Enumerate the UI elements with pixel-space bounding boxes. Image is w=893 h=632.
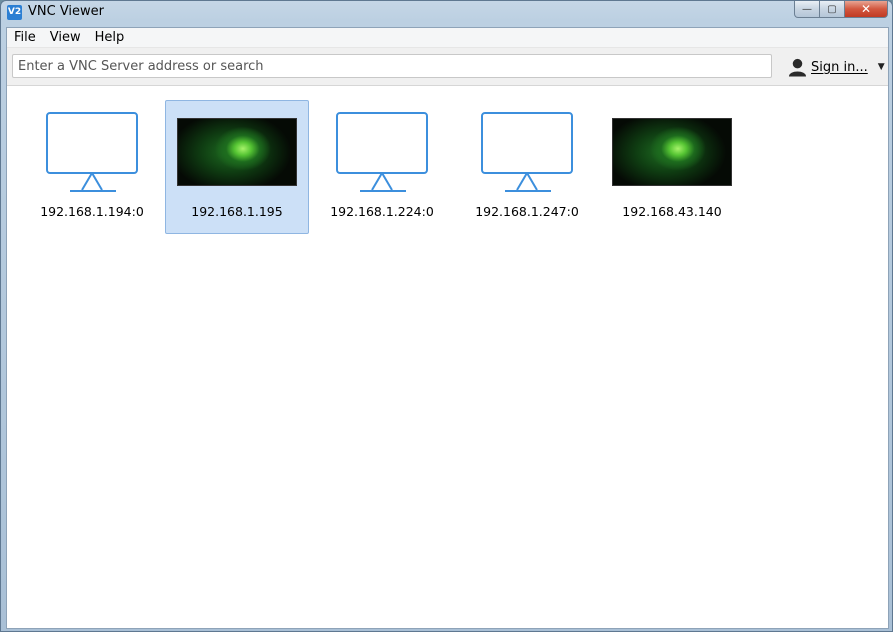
- close-icon: ✕: [860, 2, 872, 16]
- minimize-icon: —: [802, 3, 812, 15]
- menu-help[interactable]: Help: [95, 30, 125, 45]
- user-icon: [788, 58, 807, 77]
- window-title: VNC Viewer: [28, 4, 105, 19]
- menu-file[interactable]: File: [14, 30, 36, 45]
- menu-bar: File View Help: [7, 28, 888, 48]
- monitor-icon: [336, 112, 428, 192]
- maximize-icon: ▢: [827, 3, 837, 15]
- connection-tile[interactable]: 192.168.43.140: [600, 100, 744, 234]
- sign-in-label: Sign in...: [811, 59, 868, 75]
- chevron-down-icon[interactable]: ▼: [878, 62, 885, 72]
- monitor-icon: [481, 112, 573, 192]
- connection-tile[interactable]: 192.168.1.194:0: [20, 100, 164, 234]
- connection-label: 192.168.1.194:0: [40, 204, 144, 219]
- connection-tile[interactable]: 192.168.1.224:0: [310, 100, 454, 234]
- connection-label: 192.168.1.224:0: [330, 204, 434, 219]
- connection-tile[interactable]: 192.168.1.247:0: [455, 100, 599, 234]
- window-controls: — ▢ ✕: [794, 1, 888, 18]
- close-button[interactable]: ✕: [845, 1, 888, 18]
- toolbar: Sign in... ▼: [7, 48, 888, 86]
- desktop-thumbnail: [177, 118, 297, 186]
- minimize-button[interactable]: —: [794, 1, 820, 18]
- connection-tile[interactable]: 192.168.1.195: [165, 100, 309, 234]
- address-book-grid: 192.168.1.194:0 192.168.1.195 192.168.1.…: [7, 87, 888, 628]
- menu-view[interactable]: View: [50, 30, 81, 45]
- connection-label: 192.168.1.247:0: [475, 204, 579, 219]
- title-bar[interactable]: V2 VNC Viewer — ▢ ✕: [1, 1, 892, 26]
- connection-label: 192.168.1.195: [191, 204, 283, 219]
- maximize-button[interactable]: ▢: [820, 1, 845, 18]
- desktop-thumbnail: [612, 118, 732, 186]
- vnc-app-icon: V2: [7, 5, 22, 20]
- sign-in-button[interactable]: Sign in... ▼: [788, 56, 885, 78]
- monitor-icon: [46, 112, 138, 192]
- connection-label: 192.168.43.140: [622, 204, 722, 219]
- search-input[interactable]: [12, 54, 772, 78]
- vnc-viewer-window: V2 VNC Viewer — ▢ ✕ File View Help Enter…: [0, 0, 893, 632]
- client-area: File View Help Sign in... ▼: [6, 27, 889, 629]
